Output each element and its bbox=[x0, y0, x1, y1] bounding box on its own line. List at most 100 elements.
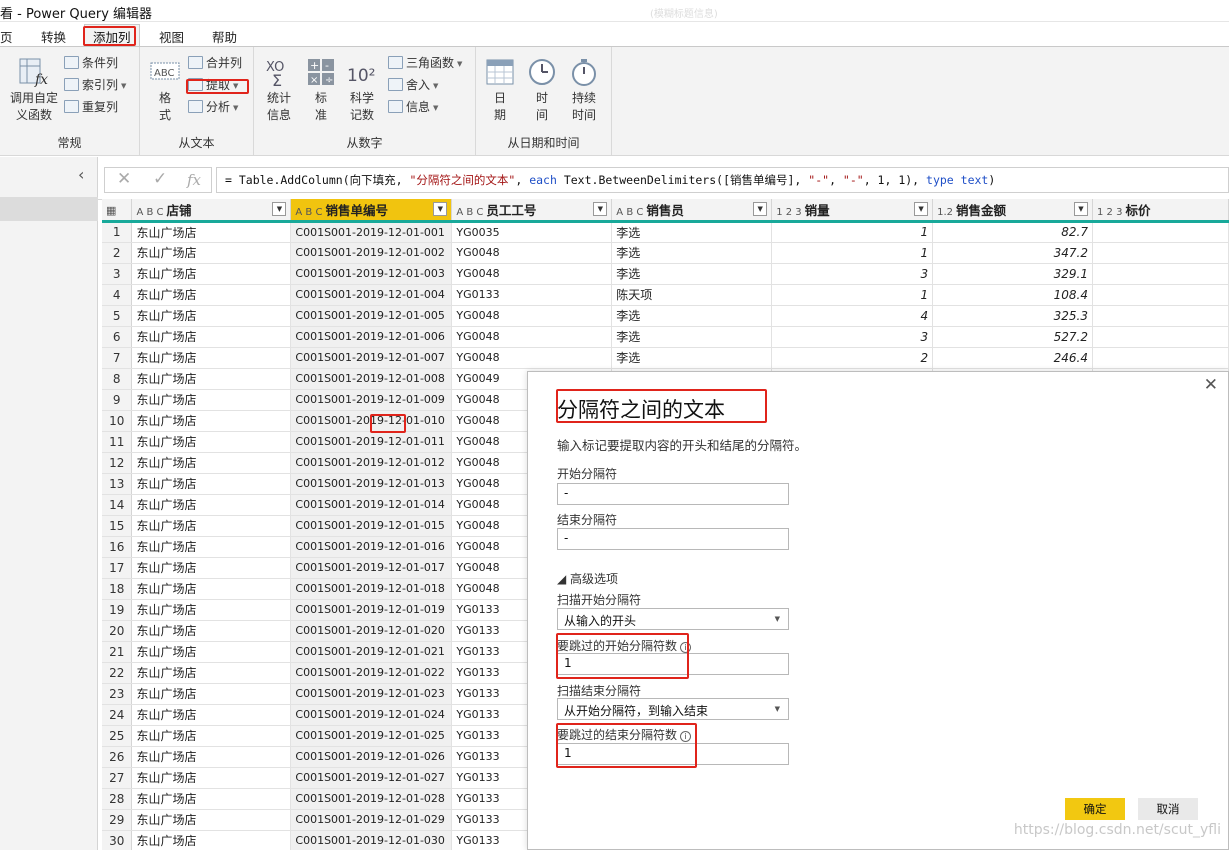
date-button[interactable]: 日期 bbox=[484, 57, 516, 124]
invoke-custom-function-button[interactable]: fx 调用自定义函数 bbox=[6, 57, 62, 124]
table-cell[interactable]: 东山广场店 bbox=[131, 368, 292, 390]
table-cell[interactable]: 3 bbox=[771, 326, 934, 348]
row-number[interactable]: 27 bbox=[102, 767, 133, 789]
cancel-formula-icon[interactable]: ✕ bbox=[117, 169, 131, 189]
row-number[interactable]: 26 bbox=[102, 746, 133, 768]
table-cell[interactable]: C001S001-2019-12-01-014 bbox=[290, 494, 453, 516]
table-cell[interactable]: C001S001-2019-12-01-023 bbox=[290, 683, 453, 705]
table-cell[interactable]: C001S001-2019-12-01-021 bbox=[290, 641, 453, 663]
duplicate-column-button[interactable]: 重复列 bbox=[64, 98, 118, 116]
table-cell[interactable]: 东山广场店 bbox=[131, 536, 292, 558]
column-header[interactable]: 1 2 3 销量 ▼ bbox=[771, 199, 934, 223]
table-cell[interactable]: 东山广场店 bbox=[131, 620, 292, 642]
column-header[interactable]: 1.2 销售金额 ▼ bbox=[932, 199, 1093, 223]
information-button[interactable]: 信息 ▼ bbox=[388, 98, 438, 116]
table-cell[interactable]: 东山广场店 bbox=[131, 788, 292, 810]
table-cell[interactable]: 李选 bbox=[611, 347, 773, 369]
table-cell[interactable]: 1 bbox=[771, 242, 934, 264]
table-cell[interactable]: 82.7 bbox=[932, 221, 1093, 243]
table-cell[interactable]: 3 bbox=[771, 263, 934, 285]
table-cell[interactable]: C001S001-2019-12-01-026 bbox=[290, 746, 453, 768]
end-delimiter-input[interactable]: - bbox=[557, 528, 789, 550]
collapse-pane-icon[interactable]: ‹ bbox=[78, 165, 84, 184]
table-cell[interactable]: 东山广场店 bbox=[131, 809, 292, 831]
row-number[interactable]: 9 bbox=[102, 389, 133, 411]
table-cell[interactable] bbox=[1092, 305, 1229, 327]
start-delimiter-input[interactable]: - bbox=[557, 483, 789, 505]
table-cell[interactable]: 东山广场店 bbox=[131, 431, 292, 453]
row-number[interactable]: 11 bbox=[102, 431, 133, 453]
table-cell[interactable]: C001S001-2019-12-01-019 bbox=[290, 599, 453, 621]
table-cell[interactable] bbox=[1092, 242, 1229, 264]
table-cell[interactable]: C001S001-2019-12-01-022 bbox=[290, 662, 453, 684]
column-type-icon[interactable]: A B C bbox=[136, 207, 163, 218]
table-cell[interactable] bbox=[1092, 263, 1229, 285]
table-cell[interactable]: 1 bbox=[771, 284, 934, 306]
table-cell[interactable]: C001S001-2019-12-01-030 bbox=[290, 830, 453, 850]
table-cell[interactable]: 李选 bbox=[611, 326, 773, 348]
table-row[interactable]: 2 东山广场店 C001S001-2019-12-01-002 YG0048 李选 1 34… bbox=[102, 242, 1229, 264]
table-cell[interactable]: 李选 bbox=[611, 242, 773, 264]
table-cell[interactable]: C001S001-2019-12-01-006 bbox=[290, 326, 453, 348]
row-number[interactable]: 7 bbox=[102, 347, 133, 369]
table-cell[interactable]: C001S001-2019-12-01-018 bbox=[290, 578, 453, 600]
close-icon[interactable]: ✕ bbox=[1204, 375, 1218, 395]
row-number[interactable]: 25 bbox=[102, 725, 133, 747]
table-cell[interactable]: 246.4 bbox=[932, 347, 1093, 369]
table-cell[interactable]: C001S001-2019-12-01-027 bbox=[290, 767, 453, 789]
table-cell[interactable]: C001S001-2019-12-01-004 bbox=[290, 284, 453, 306]
table-cell[interactable]: YG0048 bbox=[451, 347, 613, 369]
row-number[interactable]: 15 bbox=[102, 515, 133, 537]
table-cell[interactable]: 东山广场店 bbox=[131, 746, 292, 768]
table-cell[interactable]: 347.2 bbox=[932, 242, 1093, 264]
table-cell[interactable]: YG0048 bbox=[451, 305, 613, 327]
table-cell[interactable]: YG0048 bbox=[451, 326, 613, 348]
table-cell[interactable]: 东山广场店 bbox=[131, 410, 292, 432]
table-cell[interactable]: 东山广场店 bbox=[131, 305, 292, 327]
column-header[interactable]: 1 2 3 标价 bbox=[1092, 199, 1229, 223]
table-cell[interactable]: C001S001-2019-12-01-017 bbox=[290, 557, 453, 579]
row-number[interactable]: 17 bbox=[102, 557, 133, 579]
column-filter-dropdown-icon[interactable]: ▼ bbox=[433, 202, 448, 216]
table-cell[interactable]: C001S001-2019-12-01-013 bbox=[290, 473, 453, 495]
column-filter-dropdown-icon[interactable]: ▼ bbox=[272, 202, 287, 216]
table-cell[interactable]: C001S001-2019-12-01-016 bbox=[290, 536, 453, 558]
table-cell[interactable] bbox=[1092, 326, 1229, 348]
table-cell[interactable]: 东山广场店 bbox=[131, 725, 292, 747]
table-cell[interactable]: 东山广场店 bbox=[131, 704, 292, 726]
table-cell[interactable]: C001S001-2019-12-01-029 bbox=[290, 809, 453, 831]
table-cell[interactable]: 东山广场店 bbox=[131, 242, 292, 264]
scan-end-select[interactable]: 从开始分隔符，到输入结束 ▼ bbox=[557, 698, 789, 720]
table-cell[interactable]: 325.3 bbox=[932, 305, 1093, 327]
column-filter-dropdown-icon[interactable]: ▼ bbox=[914, 202, 929, 216]
standard-button[interactable]: + - × ÷ 标准 bbox=[304, 57, 338, 124]
table-corner-menu[interactable]: ▦ bbox=[102, 199, 133, 223]
time-button[interactable]: 时间 bbox=[526, 57, 558, 124]
conditional-column-button[interactable]: 条件列 bbox=[64, 54, 118, 72]
table-cell[interactable]: YG0035 bbox=[451, 221, 613, 243]
tab-view[interactable]: 视图 bbox=[159, 27, 184, 46]
row-number[interactable]: 4 bbox=[102, 284, 133, 306]
fx-icon[interactable]: fx bbox=[187, 171, 201, 189]
row-number[interactable]: 13 bbox=[102, 473, 133, 495]
column-header[interactable]: A B C 员工工号 ▼ bbox=[451, 199, 613, 223]
table-cell[interactable]: 东山广场店 bbox=[131, 515, 292, 537]
column-header[interactable]: A B C 销售员 ▼ bbox=[611, 199, 773, 223]
table-cell[interactable]: C001S001-2019-12-01-020 bbox=[290, 620, 453, 642]
table-cell[interactable]: 108.4 bbox=[932, 284, 1093, 306]
table-cell[interactable]: 东山广场店 bbox=[131, 347, 292, 369]
row-number[interactable]: 24 bbox=[102, 704, 133, 726]
row-number[interactable]: 30 bbox=[102, 830, 133, 850]
row-number[interactable]: 8 bbox=[102, 368, 133, 390]
table-cell[interactable]: YG0133 bbox=[451, 284, 613, 306]
rounding-button[interactable]: 舍入 ▼ bbox=[388, 76, 438, 94]
table-cell[interactable]: 东山广场店 bbox=[131, 767, 292, 789]
table-cell[interactable]: 527.2 bbox=[932, 326, 1093, 348]
column-type-icon[interactable]: A B C bbox=[616, 207, 643, 218]
table-cell[interactable]: C001S001-2019-12-01-012 bbox=[290, 452, 453, 474]
column-filter-dropdown-icon[interactable]: ▼ bbox=[1074, 202, 1088, 216]
table-cell[interactable]: 4 bbox=[771, 305, 934, 327]
table-row[interactable]: 7 东山广场店 C001S001-2019-12-01-007 YG0048 李选 2 24… bbox=[102, 347, 1229, 369]
tab-home[interactable]: 页 bbox=[0, 27, 13, 46]
table-cell[interactable]: C001S001-2019-12-01-003 bbox=[290, 263, 453, 285]
